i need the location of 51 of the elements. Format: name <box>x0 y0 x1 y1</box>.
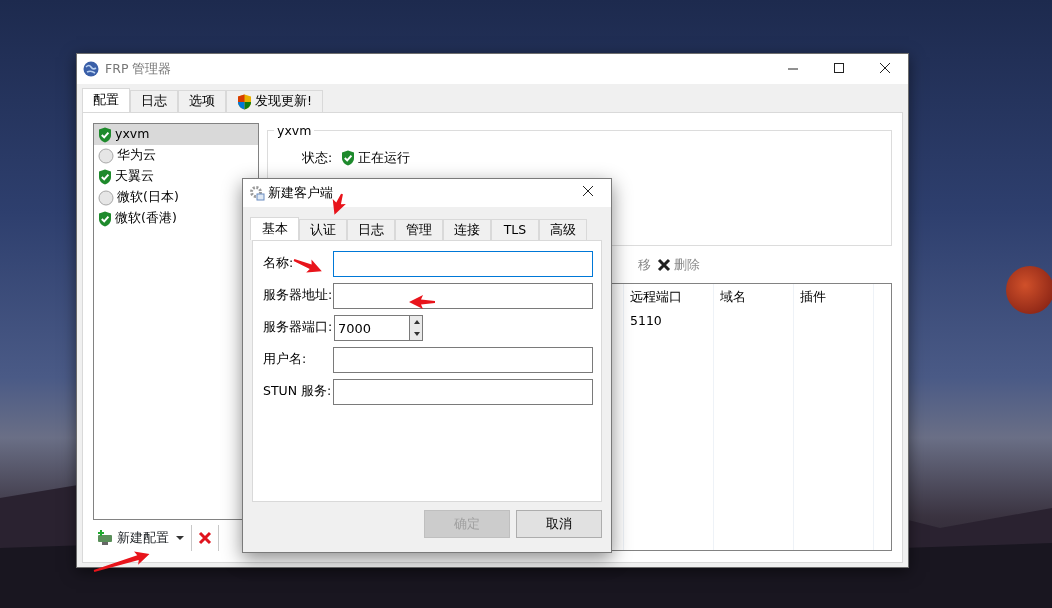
maximize-icon <box>834 63 844 73</box>
tab[interactable]: 基本 <box>250 217 299 240</box>
input-field[interactable] <box>333 283 593 309</box>
field-label: 服务器地址: <box>263 287 333 302</box>
config-item[interactable]: 天翼云 <box>94 166 258 187</box>
gear-icon <box>249 185 265 201</box>
tab[interactable]: 管理 <box>395 219 443 240</box>
close-icon <box>657 258 671 272</box>
field-label: STUN 服务: <box>263 383 332 398</box>
dialog-button[interactable]: 取消 <box>516 510 602 538</box>
caret-icon <box>175 535 185 541</box>
status-label: 状态: <box>302 149 333 167</box>
monitor-plus-icon <box>96 530 114 546</box>
table-cell-text: 5110 <box>629 312 663 330</box>
annotation-arrow <box>93 551 150 572</box>
window-title: FRP 管理器 <box>105 59 173 78</box>
field-label: 服务器端口: <box>263 319 333 334</box>
number-field[interactable]: 7000 <box>334 315 409 341</box>
shield-icon <box>237 93 252 110</box>
config-item[interactable]: 华为云 <box>94 145 258 166</box>
close-icon <box>879 62 891 74</box>
globe-icon <box>83 61 99 77</box>
new-config-button[interactable]: 新建配置 <box>96 528 169 548</box>
tab[interactable]: 日志 <box>347 219 395 240</box>
close-icon <box>198 531 212 545</box>
tab[interactable]: 发现更新! <box>226 90 323 112</box>
input-field[interactable] <box>333 251 593 277</box>
minimize-icon <box>787 68 799 70</box>
column-header[interactable]: 域名 <box>714 284 793 308</box>
input-field[interactable] <box>333 347 593 373</box>
close-icon <box>582 185 594 197</box>
status-text: 正在运行 <box>358 149 411 167</box>
config-item[interactable]: yxvm <box>94 124 258 145</box>
tab[interactable]: 高级 <box>539 219 587 240</box>
tab[interactable]: 日志 <box>130 90 178 112</box>
column-header[interactable]: 插件 <box>794 284 873 308</box>
dialog-title: 新建客户端 <box>268 183 334 202</box>
delete-button[interactable] <box>198 531 212 545</box>
annotation-arrow <box>332 193 346 215</box>
input-field[interactable] <box>333 379 593 405</box>
annotation-arrow <box>293 259 322 273</box>
tab[interactable]: 选项 <box>178 90 226 112</box>
tab[interactable]: 认证 <box>299 219 347 240</box>
field-label: 名称: <box>263 255 294 270</box>
annotation-arrow <box>409 295 435 309</box>
field-label: 用户名: <box>263 351 307 366</box>
tab[interactable]: 配置 <box>82 88 130 112</box>
tab[interactable]: TLS <box>491 219 539 240</box>
dropdown-button[interactable] <box>175 535 185 541</box>
tab[interactable]: 连接 <box>443 219 491 240</box>
column-header[interactable]: 远程端口 <box>624 284 713 308</box>
